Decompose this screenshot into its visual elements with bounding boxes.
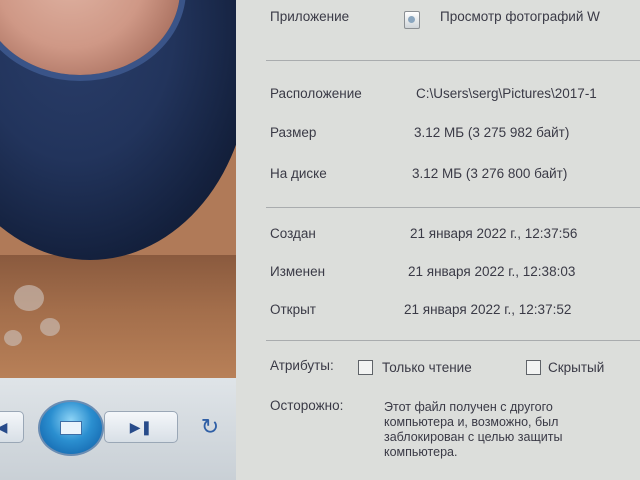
rotate-button[interactable]: ↻ — [196, 414, 224, 440]
warning-label: Осторожно: — [270, 398, 344, 413]
photo-blob — [40, 318, 60, 336]
size-value: 3.12 МБ (3 275 982 байт) — [414, 125, 570, 140]
size-row: Размер 3.12 МБ (3 275 982 байт) — [236, 125, 640, 147]
rotate-icon: ↻ — [200, 414, 220, 439]
created-value: 21 января 2022 г., 12:37:56 — [410, 226, 578, 241]
location-row: Расположение C:\Users\serg\Pictures\2017… — [236, 86, 640, 108]
app-row: Приложение Просмотр фотографий W — [236, 9, 640, 31]
disk-row: На диске 3.12 МБ (3 276 800 байт) — [236, 166, 640, 188]
size-label: Размер — [270, 125, 317, 140]
previous-button[interactable]: ◀ — [0, 411, 24, 443]
modified-row: Изменен 21 января 2022 г., 12:38:03 — [236, 264, 640, 286]
separator — [266, 60, 640, 61]
modified-value: 21 января 2022 г., 12:38:03 — [408, 264, 576, 279]
photo-preview — [0, 0, 236, 378]
next-button[interactable]: ▶❚ — [104, 411, 178, 443]
slideshow-button[interactable] — [38, 400, 104, 456]
next-icon: ▶❚ — [129, 418, 153, 435]
readonly-checkbox[interactable] — [358, 360, 373, 375]
hidden-label: Скрытый — [548, 360, 605, 375]
photo-viewer-panel: ◀ ▶❚ ↻ — [0, 0, 237, 480]
opened-row: Открыт 21 января 2022 г., 12:37:52 — [236, 302, 640, 324]
disk-value: 3.12 МБ (3 276 800 байт) — [412, 166, 568, 181]
photo-blob — [14, 285, 44, 311]
separator — [266, 340, 640, 341]
app-value: Просмотр фотографий W — [440, 9, 600, 24]
created-label: Создан — [270, 226, 316, 241]
slideshow-icon — [60, 421, 82, 435]
photo-lower-area — [0, 255, 236, 378]
location-label: Расположение — [270, 86, 362, 101]
readonly-label: Только чтение — [382, 360, 472, 375]
separator — [266, 207, 640, 208]
modified-label: Изменен — [270, 264, 326, 279]
attributes-label: Атрибуты: — [270, 358, 334, 373]
viewer-controls: ◀ ▶❚ ↻ — [0, 378, 236, 480]
opened-label: Открыт — [270, 302, 316, 317]
warning-text: Этот файл получен с другого компьютера и… — [384, 400, 563, 459]
photo-blob — [4, 330, 22, 346]
file-properties-panel: Приложение Просмотр фотографий W Располо… — [236, 0, 640, 480]
hidden-checkbox[interactable] — [526, 360, 541, 375]
app-label: Приложение — [270, 9, 350, 24]
previous-icon: ◀ — [0, 418, 8, 435]
opened-value: 21 января 2022 г., 12:37:52 — [404, 302, 572, 317]
created-row: Создан 21 января 2022 г., 12:37:56 — [236, 226, 640, 248]
disk-label: На диске — [270, 166, 327, 181]
photo-viewer-app-icon — [404, 11, 420, 29]
location-value: C:\Users\serg\Pictures\2017-1 — [416, 86, 597, 101]
